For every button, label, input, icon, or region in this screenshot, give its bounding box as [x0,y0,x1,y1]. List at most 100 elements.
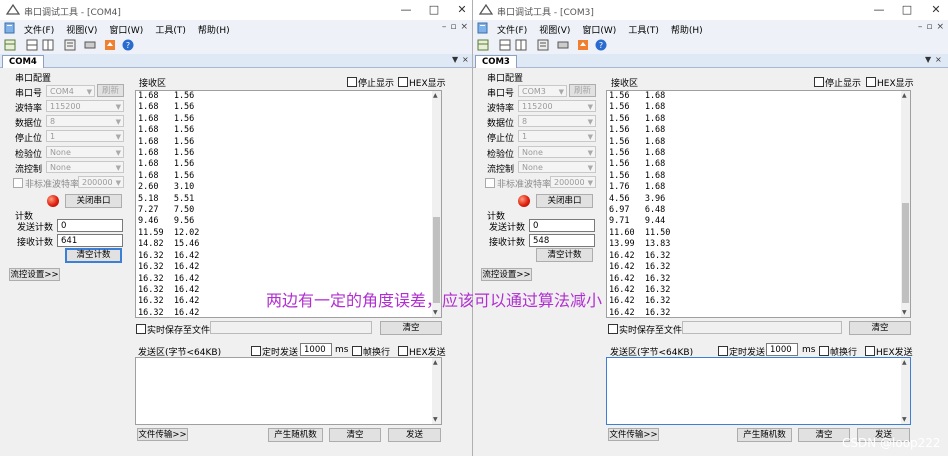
toolbar-layout-icon[interactable] [477,39,489,51]
rx-scrollbar[interactable]: ▲ ▼ [901,91,910,317]
split-horizontal-icon[interactable] [499,39,511,51]
split-horizontal-icon[interactable] [26,39,38,51]
scroll-down-icon[interactable]: ▼ [902,309,907,316]
interval-field[interactable]: 1000 [300,343,332,356]
tab-dropdown-icon[interactable]: ▼ [452,55,458,64]
tab-close-icon[interactable]: × [462,55,469,64]
stop-display-checkbox[interactable] [814,77,824,87]
menu-file[interactable]: 文件(F) [497,23,527,36]
nonstd-baud-select[interactable]: 200000 ▼ [550,176,596,188]
maximize-icon[interactable]: □ [899,3,915,17]
nonstd-baud-checkbox[interactable] [485,178,495,188]
menu-tools[interactable]: 工具(T) [628,23,659,36]
help-icon[interactable]: ? [122,39,134,51]
menu-view[interactable]: 视图(V) [539,23,570,36]
upload-icon[interactable] [577,39,589,51]
realtime-save-checkbox[interactable] [136,324,146,334]
scroll-down-icon[interactable]: ▼ [902,416,907,423]
random-button[interactable]: 产生随机数 [268,428,323,442]
clear-count-button[interactable]: 清空计数 [65,248,122,263]
mdi-minimize-icon[interactable]: – [442,22,447,32]
interval-field[interactable]: 1000 [766,343,798,356]
rx-scrollbar[interactable]: ▲ ▼ [432,91,441,317]
mdi-minimize-icon[interactable]: – [918,22,923,32]
port-select[interactable]: COM3 ▼ [518,85,567,97]
menu-window[interactable]: 窗口(W) [109,23,143,36]
menu-help[interactable]: 帮助(H) [198,23,230,36]
save-path-field[interactable] [210,321,372,334]
file-transfer-button[interactable]: 文件传输>> [137,428,188,441]
clear-count-button[interactable]: 清空计数 [536,248,593,262]
toolbar-layout-icon[interactable] [4,39,16,51]
clear-rx-button[interactable]: 清空 [380,321,442,335]
databits-select[interactable]: 8 ▼ [46,115,124,127]
scrollbar-thumb[interactable] [902,203,909,303]
stopbits-select[interactable]: 1 ▼ [518,130,596,142]
mdi-restore-icon[interactable]: ▫ [926,22,932,32]
title-bar[interactable]: 串口调试工具 - [COM4] — □ ✕ [0,0,472,20]
rx-textarea[interactable]: 1.68 1.56 1.68 1.56 1.68 1.56 1.68 1.56 1.68… [135,90,442,318]
close-icon[interactable]: ✕ [454,3,470,17]
timed-send-checkbox[interactable] [718,346,728,356]
tx-scrollbar[interactable]: ▲ ▼ [901,358,910,424]
menu-help[interactable]: 帮助(H) [671,23,703,36]
minimize-icon[interactable]: — [398,3,414,17]
flow-settings-button[interactable]: 流控设置>> [9,268,60,281]
upload-icon[interactable] [104,39,116,51]
scroll-down-icon[interactable]: ▼ [433,416,438,423]
tab-close-icon[interactable]: × [935,55,942,64]
list-icon[interactable] [64,39,76,51]
menu-window[interactable]: 窗口(W) [582,23,616,36]
hex-send-checkbox[interactable] [398,346,408,356]
baud-select[interactable]: 115200 ▼ [46,100,124,112]
split-vertical-icon[interactable] [515,39,527,51]
send-button[interactable]: 发送 [388,428,441,442]
tx-scrollbar[interactable]: ▲ ▼ [432,358,441,424]
refresh-button[interactable]: 刷新 [97,84,124,97]
list-icon[interactable] [537,39,549,51]
nonstd-baud-select[interactable]: 200000 ▼ [78,176,124,188]
hex-display-checkbox[interactable] [398,77,408,87]
nonstd-baud-checkbox[interactable] [13,178,23,188]
port-select[interactable]: COM4 ▼ [46,85,95,97]
rx-textarea[interactable]: 1.56 1.68 1.56 1.68 1.56 1.68 1.56 1.68 1.56… [606,90,911,318]
clear-tx-button[interactable]: 清空 [329,428,381,442]
menu-view[interactable]: 视图(V) [66,23,97,36]
close-port-button[interactable]: 关闭串口 [536,194,593,208]
realtime-save-checkbox[interactable] [608,324,618,334]
scroll-up-icon[interactable]: ▲ [433,92,438,99]
save-path-field[interactable] [682,321,842,334]
stopbits-select[interactable]: 1 ▼ [46,130,124,142]
title-bar[interactable]: 串口调试工具 - [COM3] — □ ✕ [473,0,948,20]
random-button[interactable]: 产生随机数 [737,428,792,442]
minimize-icon[interactable]: — [871,3,887,17]
port-icon[interactable] [557,39,569,51]
databits-select[interactable]: 8 ▼ [518,115,596,127]
newline-checkbox[interactable] [819,346,829,356]
flow-select[interactable]: None ▼ [46,161,124,173]
tab-com3[interactable]: COM3 [475,55,517,68]
hex-display-checkbox[interactable] [866,77,876,87]
close-icon[interactable]: ✕ [928,3,944,17]
newline-checkbox[interactable] [352,346,362,356]
baud-select[interactable]: 115200 ▼ [518,100,596,112]
mdi-restore-icon[interactable]: ▫ [450,22,456,32]
parity-select[interactable]: None ▼ [46,146,124,158]
scroll-up-icon[interactable]: ▲ [902,92,907,99]
scroll-up-icon[interactable]: ▲ [902,359,907,366]
mdi-close-icon[interactable]: × [460,22,468,32]
stop-display-checkbox[interactable] [347,77,357,87]
tx-textarea[interactable]: ▲ ▼ [135,357,442,425]
flow-settings-button[interactable]: 流控设置>> [481,268,532,281]
tab-com4[interactable]: COM4 [2,55,44,68]
menu-file[interactable]: 文件(F) [24,23,54,36]
port-icon[interactable] [84,39,96,51]
tx-textarea[interactable]: ▲ ▼ [606,357,911,425]
split-vertical-icon[interactable] [42,39,54,51]
help-icon[interactable]: ? [595,39,607,51]
file-transfer-button[interactable]: 文件传输>> [608,428,659,441]
hex-send-checkbox[interactable] [865,346,875,356]
close-port-button[interactable]: 关闭串口 [65,194,122,208]
scroll-up-icon[interactable]: ▲ [433,359,438,366]
clear-rx-button[interactable]: 清空 [849,321,911,335]
